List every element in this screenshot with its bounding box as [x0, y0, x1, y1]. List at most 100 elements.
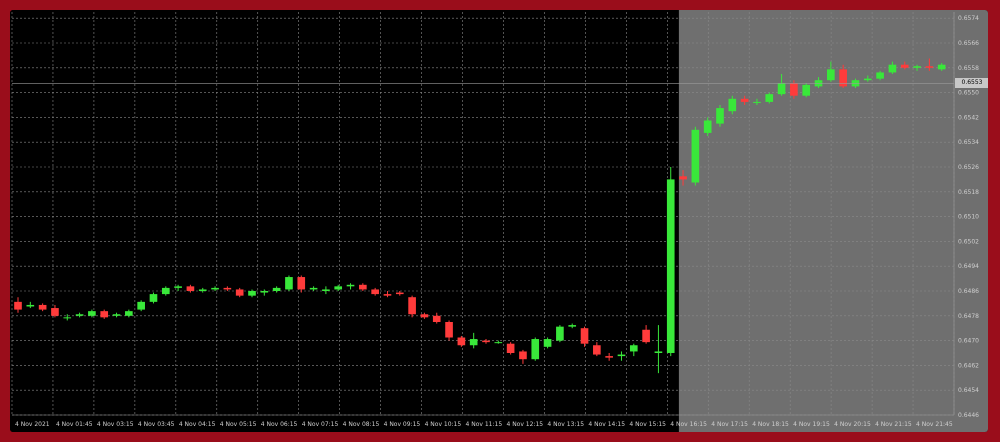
candle-bullish — [543, 337, 552, 349]
candle-body — [359, 284, 367, 290]
candle-body — [248, 291, 256, 296]
candle-body — [420, 314, 429, 318]
candle-body — [691, 129, 700, 183]
time-tick-label: 4 Nov 15:15 — [629, 421, 666, 428]
candle-body — [642, 329, 650, 343]
candle-body — [346, 284, 355, 287]
price-tick-label: 0.6518 — [958, 189, 979, 196]
candle-body — [432, 315, 441, 322]
candle-body — [765, 94, 774, 102]
candle-body — [925, 66, 934, 68]
price-tick-label: 0.6574 — [958, 15, 979, 22]
time-tick-label: 4 Nov 13:15 — [547, 421, 584, 428]
candle-bullish — [691, 126, 700, 186]
time-tick-label: 4 Nov 11:15 — [466, 421, 503, 428]
price-tick-label: 0.6478 — [958, 313, 979, 320]
candle-bearish — [457, 335, 466, 347]
candle-body — [125, 311, 133, 316]
candle-body — [937, 64, 946, 70]
candle-bullish — [802, 83, 811, 98]
price-tick-label: 0.6470 — [958, 338, 979, 345]
candle-body — [679, 176, 687, 180]
candle-body — [38, 304, 47, 310]
window-frame: 0.6446 0.6454 0.6462 0.6470 0.6478 0.6486 0.64… — [0, 0, 1000, 442]
candle-body — [14, 301, 22, 310]
time-tick-label: 4 Nov 17:15 — [711, 421, 748, 428]
price-tick-label: 0.6534 — [958, 139, 979, 146]
current-price-badge: 0.6553 — [955, 78, 988, 89]
candle-body — [888, 64, 897, 73]
time-tick-label: 4 Nov 16:15 — [670, 421, 707, 428]
candle-body — [654, 351, 663, 353]
time-tick-label: 4 Nov 01:45 — [56, 421, 93, 428]
candle-body — [802, 84, 811, 96]
candle-body — [26, 304, 35, 307]
candle-body — [666, 179, 675, 353]
price-tick-label: 0.6566 — [958, 40, 979, 47]
candle-body — [543, 339, 552, 347]
candle-body — [790, 83, 798, 96]
candle-body — [556, 326, 564, 341]
time-tick-label: 4 Nov 05:15 — [220, 421, 257, 428]
candle-body — [568, 325, 577, 327]
time-tick-label: 4 Nov 20:15 — [834, 421, 871, 428]
time-tick-label: 4 Nov 10:15 — [425, 421, 462, 428]
candle-body — [593, 345, 601, 355]
candle-body — [740, 98, 749, 102]
price-tick-label: 0.6526 — [958, 164, 979, 171]
time-tick-label: 4 Nov 03:45 — [138, 421, 175, 428]
candle-body — [506, 343, 515, 353]
candle-body — [408, 297, 416, 315]
chart-panel[interactable]: 0.6446 0.6454 0.6462 0.6470 0.6478 0.6486 0.64… — [10, 10, 988, 432]
candle-bullish — [149, 292, 158, 304]
time-tick-label: 4 Nov 21:15 — [875, 421, 912, 428]
candlestick-chart[interactable]: 0.6446 0.6454 0.6462 0.6470 0.6478 0.6486 0.64… — [10, 10, 988, 432]
candle-body — [469, 339, 478, 346]
candle-body — [297, 277, 306, 290]
candle-body — [260, 291, 269, 293]
candle-bullish — [285, 275, 293, 291]
candle-body — [753, 101, 761, 103]
candle-body — [728, 98, 737, 112]
candle-body — [494, 342, 503, 344]
candle-bullish — [556, 325, 564, 343]
price-tick-label: 0.6486 — [958, 288, 979, 295]
price-tick-label: 0.6446 — [958, 412, 979, 419]
candle-body — [112, 314, 121, 316]
candle-body — [63, 317, 72, 319]
candle-body — [876, 72, 884, 79]
candle-bullish — [137, 300, 145, 312]
candle-body — [580, 328, 589, 344]
candle-body — [149, 294, 158, 302]
candle-body — [235, 289, 244, 296]
candle-body — [198, 289, 207, 291]
candle-bullish — [765, 92, 774, 104]
candle-body — [223, 287, 232, 290]
candle-body — [617, 354, 626, 357]
time-tick-label: 4 Nov 14:15 — [588, 421, 625, 428]
candle-body — [605, 356, 613, 358]
price-tick-label: 0.6510 — [958, 214, 979, 221]
candle-body — [395, 292, 404, 295]
candle-body — [913, 66, 921, 68]
candle-body — [482, 340, 490, 343]
time-tick-label: 4 Nov 07:15 — [302, 421, 339, 428]
time-tick-label: 4 Nov 08:15 — [343, 421, 380, 428]
candle-body — [827, 69, 835, 81]
candle-body — [716, 108, 724, 124]
candle-bearish — [506, 342, 515, 355]
price-tick-label: 0.6502 — [958, 238, 979, 245]
candle-body — [863, 78, 872, 81]
price-tick-label: 0.6494 — [958, 263, 979, 270]
candle-body — [703, 120, 712, 133]
price-tick-label: 0.6454 — [958, 387, 979, 394]
price-tick-label: 0.6550 — [958, 90, 979, 97]
time-tick-label: 4 Nov 12:15 — [506, 421, 543, 428]
candle-body — [839, 69, 847, 87]
candle-body — [211, 287, 219, 290]
candle-body — [186, 286, 195, 291]
time-tick-label: 4 Nov 19:15 — [793, 421, 830, 428]
candle-body — [900, 64, 909, 68]
time-tick-label: 4 Nov 03:15 — [97, 421, 134, 428]
candle-body — [629, 345, 638, 352]
